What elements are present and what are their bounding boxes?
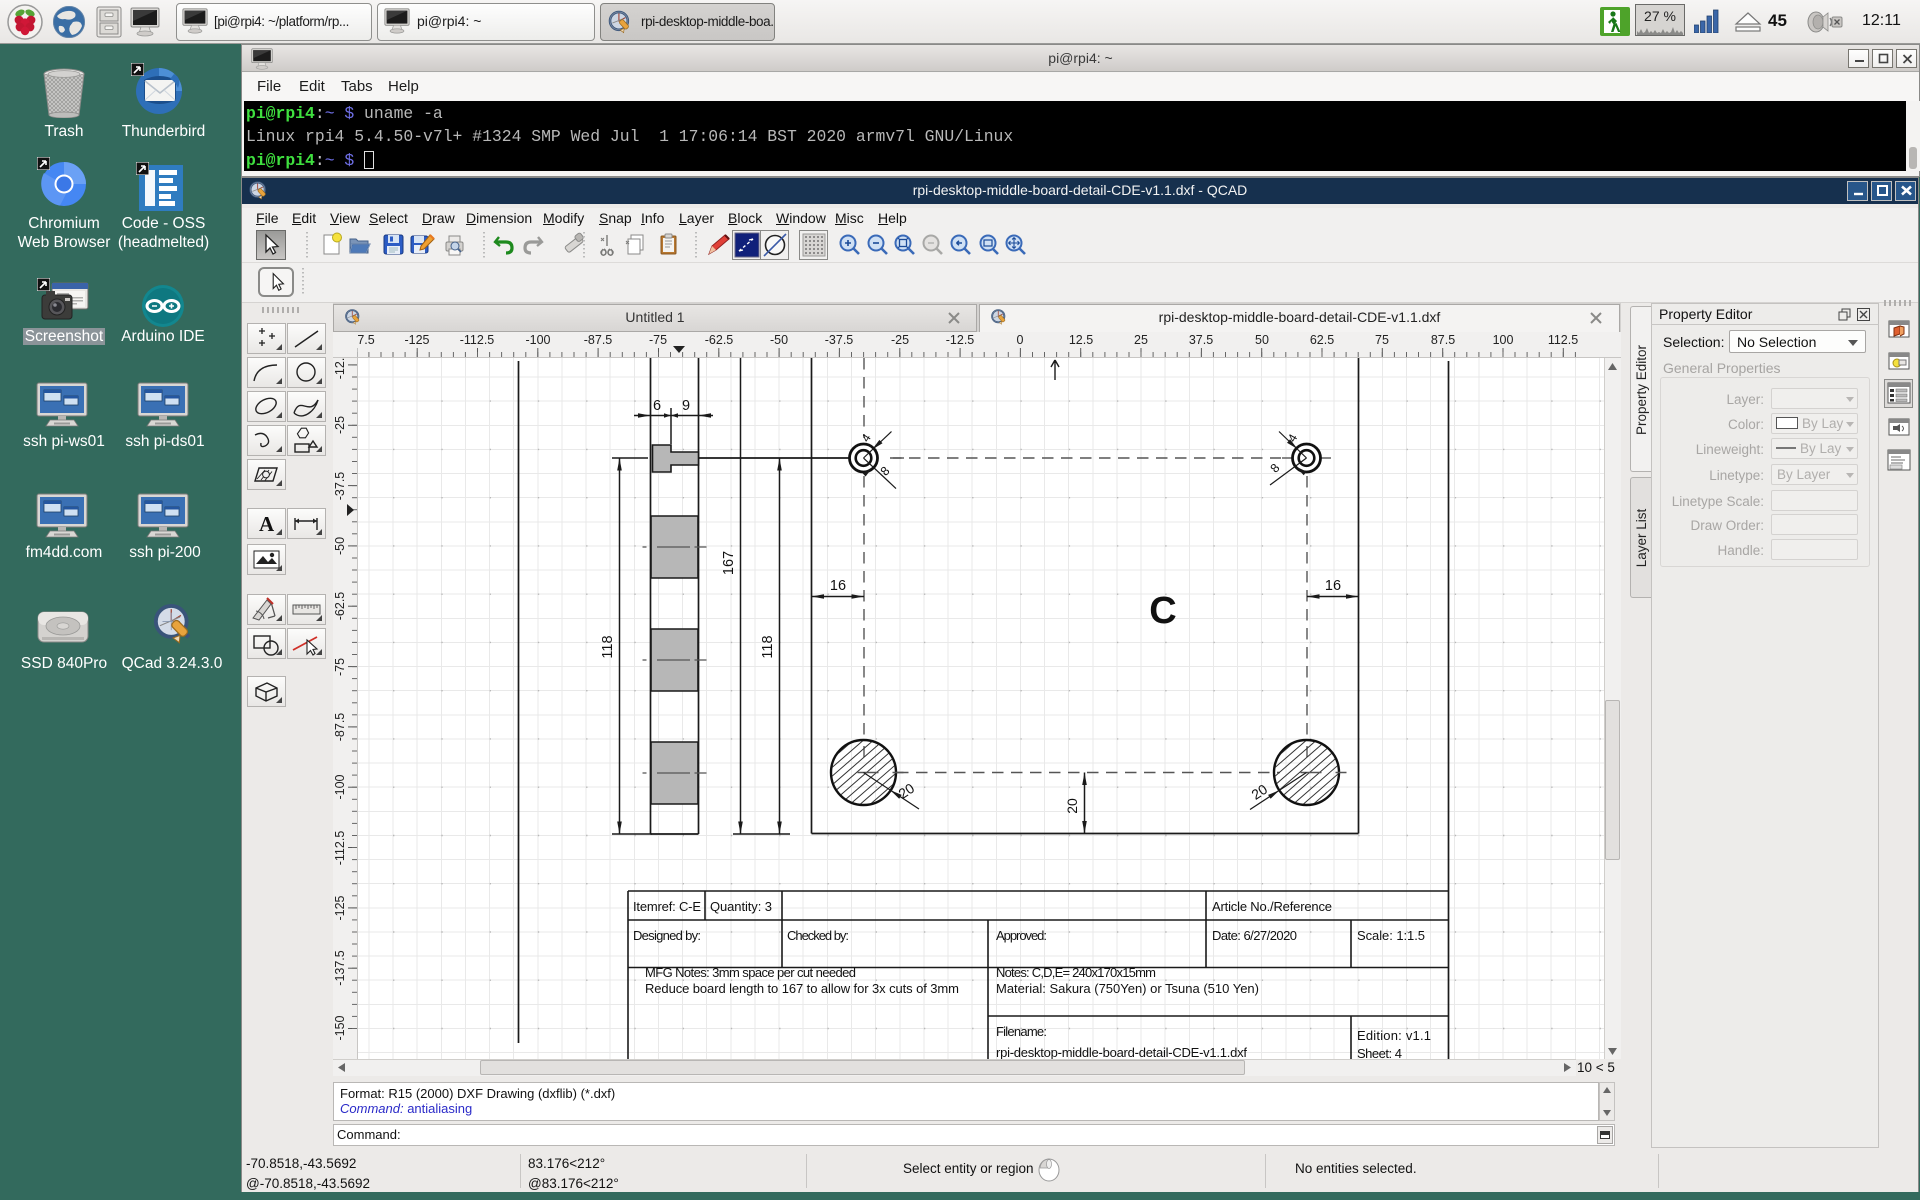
svg-text:Notes: C,D,E= 240x170x15mm: Notes: C,D,E= 240x170x15mm <box>996 965 1156 980</box>
svg-text:Quantity: 3: Quantity: 3 <box>710 899 772 914</box>
svg-text:Date: 6/27/2020: Date: 6/27/2020 <box>1212 928 1297 943</box>
svg-text:MFG Notes: 3mm space per cut: MFG Notes: 3mm space per cut needed <box>645 965 856 980</box>
svg-text:-37.5: -37.5 <box>825 333 854 347</box>
svg-text:9: 9 <box>682 398 690 414</box>
svg-text:Layer List: Layer List <box>1634 508 1649 567</box>
svg-text:-62.5: -62.5 <box>333 592 347 621</box>
svg-text:0: 0 <box>1017 333 1024 347</box>
svg-text:6: 6 <box>653 398 661 414</box>
svg-text:Scale: 1:1.5: Scale: 1:1.5 <box>1357 928 1425 943</box>
svg-text:C: C <box>1149 590 1176 632</box>
svg-text:16: 16 <box>1325 578 1341 594</box>
svg-text:20: 20 <box>1248 781 1270 803</box>
svg-text:-150: -150 <box>333 1015 347 1040</box>
svg-text:75: 75 <box>1375 333 1389 347</box>
svg-text:-112.5: -112.5 <box>333 831 347 866</box>
svg-text:Approved:: Approved: <box>996 928 1047 943</box>
svg-text:-50: -50 <box>770 333 788 347</box>
svg-text:Itemref: C-E: Itemref: C-E <box>633 899 701 914</box>
svg-text:Article No./Reference: Article No./Reference <box>1212 899 1332 914</box>
svg-text:Sheet: 4: Sheet: 4 <box>1357 1046 1402 1059</box>
svg-text:-25: -25 <box>333 416 347 434</box>
svg-text:rpi-desktop-middle-board-detai: rpi-desktop-middle-board-detail-CDE-v1.1… <box>996 1045 1247 1059</box>
svg-text:-37.5: -37.5 <box>333 472 347 501</box>
svg-text:20: 20 <box>895 780 917 802</box>
svg-text:Filename:: Filename: <box>996 1024 1047 1039</box>
svg-text:-112.5: -112.5 <box>460 333 495 347</box>
svg-text:37.5: 37.5 <box>1189 333 1213 347</box>
svg-text:8: 8 <box>878 464 893 479</box>
svg-text:87.5: 87.5 <box>1431 333 1455 347</box>
svg-text:12.5: 12.5 <box>1069 333 1093 347</box>
svg-text:100: 100 <box>1493 333 1514 347</box>
svg-text:-62.5: -62.5 <box>705 333 734 347</box>
svg-text:Reduce board length to 167 to: Reduce board length to 167 to allow for … <box>645 981 959 996</box>
svg-text:50: 50 <box>1255 333 1269 347</box>
svg-text:Property Editor: Property Editor <box>1634 344 1649 435</box>
svg-text:4: 4 <box>1285 431 1301 444</box>
svg-text:25: 25 <box>1134 333 1148 347</box>
svg-text:A: A <box>259 512 275 536</box>
svg-text:16: 16 <box>830 578 846 594</box>
svg-text:8: 8 <box>1268 461 1283 476</box>
svg-text:Designed by:: Designed by: <box>633 928 701 943</box>
svg-text:-137.5: -137.5 <box>333 950 347 985</box>
svg-text:-87.5: -87.5 <box>333 713 347 742</box>
svg-text:4: 4 <box>858 431 874 444</box>
svg-text:62.5: 62.5 <box>1310 333 1334 347</box>
svg-text:-75: -75 <box>649 333 667 347</box>
svg-text:112.5: 112.5 <box>1548 333 1578 347</box>
svg-text:118: 118 <box>600 635 616 658</box>
svg-text:-12.5: -12.5 <box>333 358 347 379</box>
svg-text:Checked by:: Checked by: <box>787 928 849 943</box>
svg-text:118: 118 <box>760 635 776 658</box>
svg-text:-50: -50 <box>333 537 347 555</box>
svg-text:-12.5: -12.5 <box>946 333 975 347</box>
svg-text:-25: -25 <box>891 333 909 347</box>
svg-text:-125: -125 <box>404 333 429 347</box>
svg-text:-100: -100 <box>525 333 550 347</box>
svg-text:Edition: v1.1: Edition: v1.1 <box>1357 1028 1431 1043</box>
svg-text:-75: -75 <box>333 658 347 676</box>
svg-text:20: 20 <box>1064 798 1080 814</box>
svg-text:-125: -125 <box>333 895 347 920</box>
svg-text:-100: -100 <box>333 774 347 799</box>
svg-text:Material: Sakura (750Yen) or: Material: Sakura (750Yen) or Tsuna (510 … <box>996 981 1259 996</box>
svg-text:-87.5: -87.5 <box>584 333 613 347</box>
svg-text:167: 167 <box>721 551 737 575</box>
